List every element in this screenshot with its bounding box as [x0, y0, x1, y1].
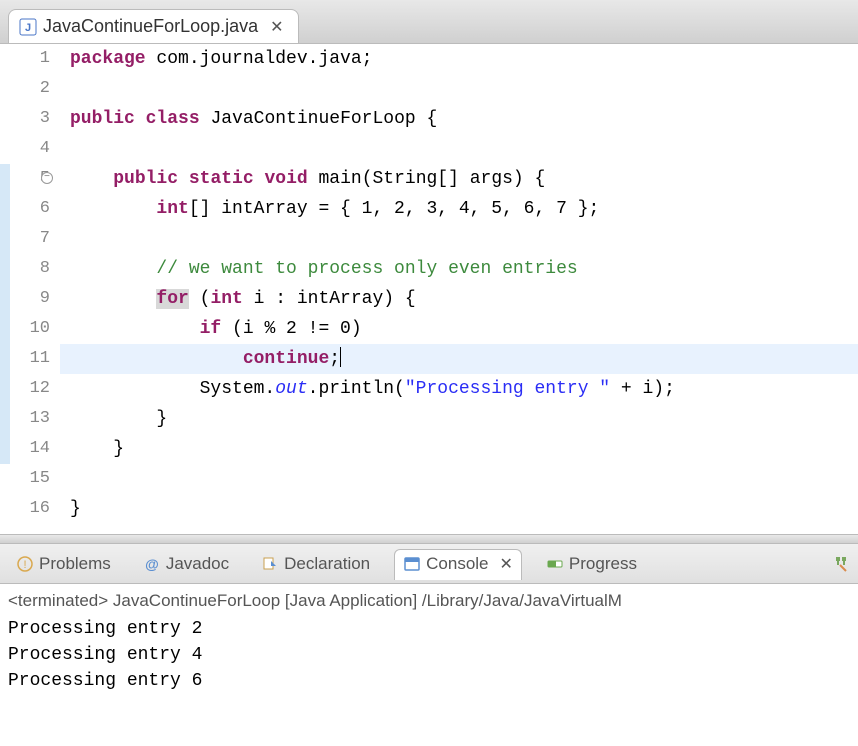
close-icon[interactable]: ✕: [270, 17, 283, 37]
progress-icon: [546, 555, 564, 573]
line-number: 7: [0, 224, 50, 254]
console-line: Processing entry 2: [8, 616, 850, 642]
fold-marker-icon[interactable]: −: [41, 172, 53, 184]
java-file-icon: J: [19, 18, 37, 36]
declaration-icon: [261, 555, 279, 573]
code-area[interactable]: package com.journaldev.java; public class…: [60, 44, 858, 534]
code-line[interactable]: System.out.println("Processing entry " +…: [60, 374, 858, 404]
line-number: 16: [0, 494, 50, 524]
svg-text:J: J: [25, 22, 31, 34]
close-icon[interactable]: ✕: [500, 554, 513, 574]
divider[interactable]: [0, 534, 858, 544]
editor-pane: 12345−678910111213141516 package com.jou…: [0, 44, 858, 534]
svg-text:@: @: [145, 556, 159, 572]
code-line[interactable]: public class JavaContinueForLoop {: [60, 104, 858, 134]
code-line[interactable]: }: [60, 434, 858, 464]
editor-tab-bar: J JavaContinueForLoop.java ✕: [0, 0, 858, 44]
tab-problems[interactable]: ! Problems: [8, 550, 119, 578]
javadoc-icon: @: [143, 555, 161, 573]
code-line[interactable]: for (int i : intArray) {: [60, 284, 858, 314]
tab-console[interactable]: Console ✕: [394, 549, 522, 580]
console-status: <terminated> JavaContinueForLoop [Java A…: [8, 588, 850, 614]
line-number: 3: [0, 104, 50, 134]
line-number: 14: [0, 434, 50, 464]
code-line[interactable]: // we want to process only even entries: [60, 254, 858, 284]
code-line[interactable]: public static void main(String[] args) {: [60, 164, 858, 194]
line-number-gutter: 12345−678910111213141516: [0, 44, 60, 534]
problems-icon: !: [16, 555, 34, 573]
code-line[interactable]: if (i % 2 != 0): [60, 314, 858, 344]
editor-tab[interactable]: J JavaContinueForLoop.java ✕: [8, 9, 299, 43]
line-number: 11: [0, 344, 50, 374]
code-line[interactable]: int[] intArray = { 1, 2, 3, 4, 5, 6, 7 }…: [60, 194, 858, 224]
console-output[interactable]: <terminated> JavaContinueForLoop [Java A…: [0, 584, 858, 698]
line-number: 13: [0, 404, 50, 434]
console-icon: [403, 555, 421, 573]
code-line[interactable]: [60, 74, 858, 104]
console-line: Processing entry 4: [8, 642, 850, 668]
line-number: 8: [0, 254, 50, 284]
tab-label: Problems: [39, 554, 111, 574]
line-number: 1: [0, 44, 50, 74]
tab-label: Progress: [569, 554, 637, 574]
line-number: 5−: [0, 164, 50, 194]
tab-label: Declaration: [284, 554, 370, 574]
console-line: Processing entry 6: [8, 668, 850, 694]
pin-icon[interactable]: [832, 555, 850, 573]
line-number: 12: [0, 374, 50, 404]
line-number: 10: [0, 314, 50, 344]
tab-progress[interactable]: Progress: [538, 550, 645, 578]
code-line[interactable]: [60, 224, 858, 254]
line-number: 2: [0, 74, 50, 104]
line-number: 9: [0, 284, 50, 314]
tab-label: Javadoc: [166, 554, 229, 574]
svg-text:!: !: [23, 559, 26, 571]
code-line[interactable]: continue;: [60, 344, 858, 374]
tab-javadoc[interactable]: @ Javadoc: [135, 550, 237, 578]
line-number: 4: [0, 134, 50, 164]
line-number: 6: [0, 194, 50, 224]
code-line[interactable]: [60, 134, 858, 164]
line-number: 15: [0, 464, 50, 494]
tab-label: Console: [426, 554, 488, 574]
editor-tab-filename: JavaContinueForLoop.java: [43, 16, 258, 37]
bottom-tab-bar: ! Problems @ Javadoc Declaration Console…: [0, 544, 858, 584]
code-line[interactable]: package com.journaldev.java;: [60, 44, 858, 74]
tab-declaration[interactable]: Declaration: [253, 550, 378, 578]
code-line[interactable]: }: [60, 404, 858, 434]
code-line[interactable]: [60, 464, 858, 494]
code-line[interactable]: }: [60, 494, 858, 524]
